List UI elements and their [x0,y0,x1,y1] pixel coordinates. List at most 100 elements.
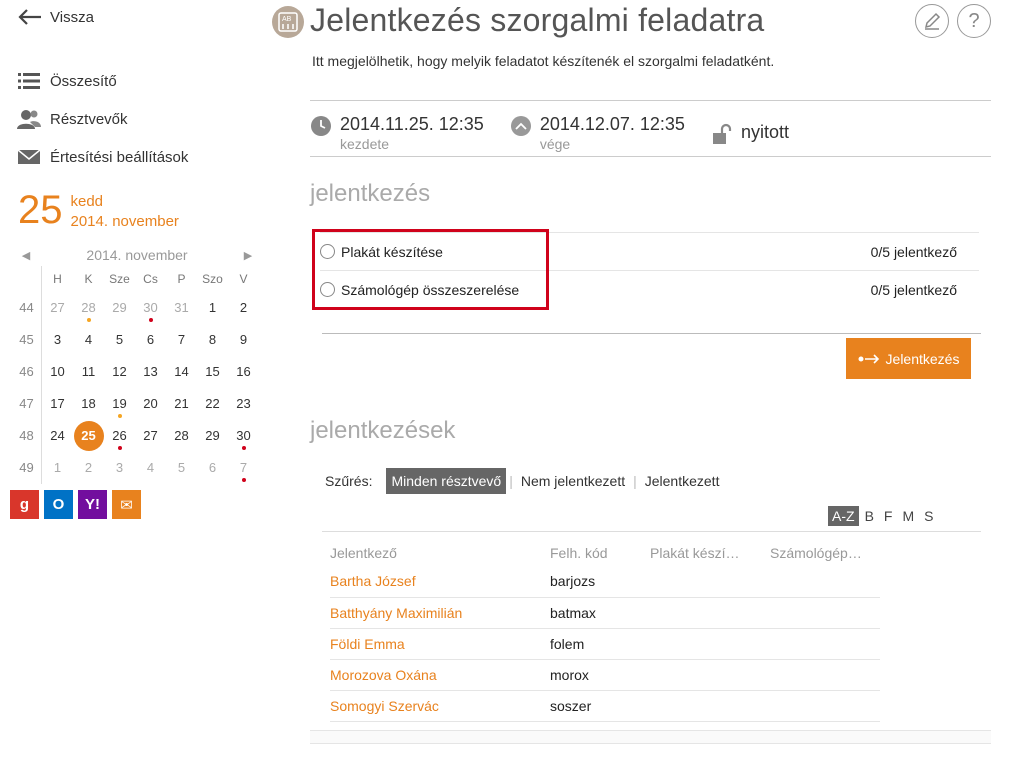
participant-name[interactable]: Bartha József [330,566,550,598]
alpha-all[interactable]: A-Z [828,506,859,526]
weekday-header: V [239,272,248,286]
option-calculator[interactable]: Számológép összeszerelése [320,282,519,298]
back-link[interactable]: Vissza [18,8,94,26]
col-header[interactable]: Felh. kód [550,536,650,566]
calendar-day[interactable]: 2 [73,452,104,484]
calendar-day[interactable]: 28 [73,292,104,324]
start-label: kezdete [340,135,390,152]
calendar-day[interactable]: 29 [104,292,135,324]
filter-not-signed[interactable]: Nem jelentkezett [516,468,630,494]
participant-code: batmax [550,597,650,629]
sidebar-item-label: Összesítő [50,72,117,90]
filter-label: Szűrés: [325,473,373,489]
sidebar-item-notifications[interactable]: Értesítési beállítások [17,138,188,176]
calendar-day[interactable]: 25 [73,420,104,452]
calendar-day-label: 2 [84,460,93,475]
table-row: Somogyi Szervác soszer [330,690,880,722]
google-icon[interactable]: g [10,490,39,519]
calendar-day[interactable]: 6 [197,452,228,484]
col-header[interactable]: Plakát készí… [650,536,770,566]
weekday-header: Sze [109,272,130,286]
calendar-day[interactable]: 26 [104,420,135,452]
participant-name[interactable]: Morozova Oxána [330,659,550,691]
calendar-day[interactable]: 15 [197,356,228,388]
radio-button[interactable] [320,244,335,259]
calendar-day[interactable]: 4 [73,324,104,356]
calendar-day-label: 8 [208,332,217,347]
calendar-day[interactable]: 16 [228,356,259,388]
filter-all[interactable]: Minden résztvevő [386,468,507,494]
calendar-day[interactable]: 30 [135,292,166,324]
calendar-day[interactable]: 12 [104,356,135,388]
sidebar-item-participants[interactable]: Résztvevők [17,100,188,138]
calendar-week-row: 45 3 4 5 6 7 8 9 [12,324,262,356]
filter-bar: Szűrés: Minden résztvevő | Nem jelentkez… [325,468,724,494]
mail-icon[interactable]: ✉ [112,490,141,519]
alpha-letter[interactable]: B [861,506,878,526]
calendar-day[interactable]: 4 [135,452,166,484]
calendar-day[interactable]: 29 [197,420,228,452]
calendar-day[interactable]: 5 [104,324,135,356]
table-header-row: Jelentkező Felh. kód Plakát készí… Számo… [330,536,880,566]
calendar-day[interactable]: 28 [166,420,197,452]
status-value: nyitott [740,121,789,142]
calendar-day[interactable]: 1 [197,292,228,324]
calendar-day[interactable]: 1 [42,452,73,484]
calendar-day[interactable]: 17 [42,388,73,420]
col-header[interactable]: Számológép… [770,536,880,566]
calendar-day[interactable]: 7 [228,452,259,484]
sidebar-item-summary[interactable]: Összesítő [17,62,188,100]
calendar-day[interactable]: 8 [197,324,228,356]
alpha-index: A-Z B F M S [826,506,937,526]
calendar-day-label: 27 [50,300,65,315]
signups-table: Jelentkező Felh. kód Plakát készí… Számo… [330,536,880,722]
end-info: 2014.12.07. 12:35 vége [510,105,685,153]
calendar-day[interactable]: 31 [166,292,197,324]
calendar-day[interactable]: 24 [42,420,73,452]
calendar-day[interactable]: 19 [104,388,135,420]
calendar-day[interactable]: 23 [228,388,259,420]
cell [650,566,770,598]
calendar-day[interactable]: 11 [73,356,104,388]
signup-button-label: Jelentkezés [885,350,960,367]
filter-signed[interactable]: Jelentkezett [640,468,725,494]
calendar-day-label: 3 [115,460,124,475]
col-header[interactable]: Jelentkező [330,536,550,566]
alpha-letter[interactable]: S [920,506,937,526]
calendar-day[interactable]: 6 [135,324,166,356]
option-poster[interactable]: Plakát készítése [320,244,443,260]
outlook-icon[interactable]: O [44,490,73,519]
yahoo-icon[interactable]: Y! [78,490,107,519]
calendar-day[interactable]: 5 [166,452,197,484]
next-month-icon[interactable]: ▶ [234,249,262,262]
participant-code: folem [550,628,650,660]
calendar-day[interactable]: 2 [228,292,259,324]
radio-button[interactable] [320,282,335,297]
calendar-day[interactable]: 9 [228,324,259,356]
alpha-letter[interactable]: F [880,506,897,526]
calendar-day[interactable]: 20 [135,388,166,420]
calendar-day[interactable]: 7 [166,324,197,356]
calendar-day[interactable]: 14 [166,356,197,388]
participant-name[interactable]: Batthyány Maximilián [330,597,550,629]
participant-name[interactable]: Földi Emma [330,628,550,660]
alpha-letter[interactable]: M [898,506,918,526]
calendar-day[interactable]: 27 [135,420,166,452]
calendar-day[interactable]: 18 [73,388,104,420]
calendar-day[interactable]: 21 [166,388,197,420]
participant-name[interactable]: Somogyi Szervác [330,690,550,722]
edit-icon[interactable] [915,4,949,38]
help-icon[interactable]: ? [957,4,991,38]
calendar-day[interactable]: 3 [42,324,73,356]
event-marker [148,318,153,322]
calendar-day[interactable]: 10 [42,356,73,388]
calendar-day[interactable]: 30 [228,420,259,452]
list-icon [17,70,41,92]
calendar-day[interactable]: 13 [135,356,166,388]
calendar-day[interactable]: 3 [104,452,135,484]
signup-button[interactable]: Jelentkezés [846,338,971,379]
calendar-day[interactable]: 22 [197,388,228,420]
prev-month-icon[interactable]: ◀ [12,249,40,262]
calendar-day[interactable]: 27 [42,292,73,324]
today-weekday: kedd [70,193,104,210]
